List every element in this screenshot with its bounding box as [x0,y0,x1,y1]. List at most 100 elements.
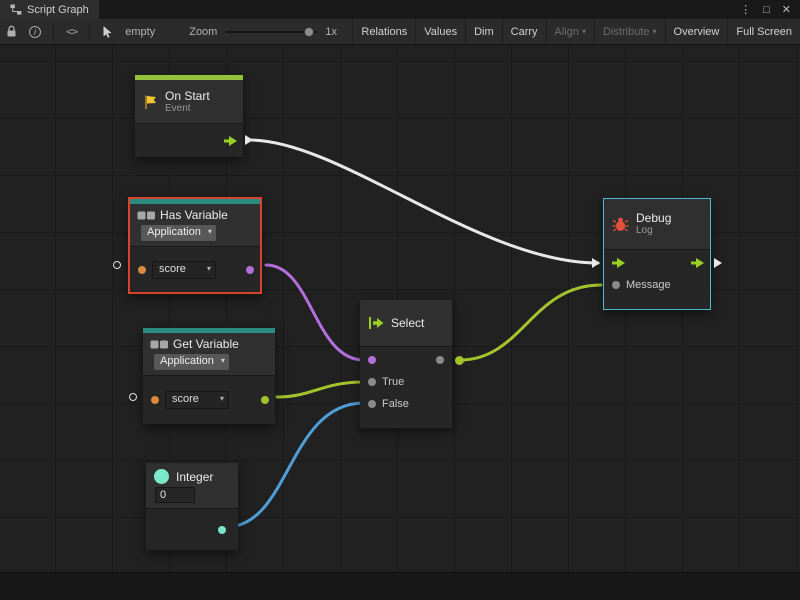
graph-toolbar: i <> empty Zoom 1x Relations Values Dim … [0,19,800,45]
zoom-label: Zoom [189,26,217,38]
variable-name-port[interactable] [138,266,146,274]
variables-icon [137,211,156,220]
zoom-slider[interactable] [225,31,317,33]
unconnected-input-port[interactable] [129,393,137,401]
flow-output-port[interactable] [224,136,237,146]
flow-connector-arrow[interactable] [245,135,253,145]
canvas-bottom-band [0,572,800,600]
variable-scope-dropdown[interactable]: Application ▾ [154,354,229,370]
code-breadcrumb-icon: <> [66,25,77,38]
carry-button[interactable]: Carry [502,19,546,44]
select-condition-input-port[interactable] [368,356,376,364]
select-output-port[interactable] [436,356,444,364]
select-output-connection-dot[interactable] [455,356,464,365]
chevron-down-icon: ▾ [220,395,224,403]
get-variable-output-port[interactable] [261,396,269,404]
tab-title: Script Graph [27,4,89,16]
toolbar-button-group: Relations Values Dim Carry Align▾ Distri… [352,19,800,44]
node-port-area: score ▾ [143,375,275,424]
distribute-button[interactable]: Distribute▾ [594,19,664,44]
toolbar-separator [53,24,54,40]
relations-button[interactable]: Relations [352,19,415,44]
node-get-variable[interactable]: Get Variable Application ▾ score ▾ [143,328,275,424]
edit-source-button[interactable]: <> [60,19,83,44]
node-port-area [146,508,238,550]
integer-output-port[interactable] [218,526,226,534]
wire-onstart-to-log[interactable] [250,140,598,263]
lock-button[interactable] [0,19,23,44]
node-on-start[interactable]: On Start Event [135,75,243,157]
unconnected-input-port[interactable] [113,261,121,269]
select-true-input-port[interactable] [368,378,376,386]
chevron-down-icon: ▾ [208,228,212,236]
window-controls: ⋮ □ ✕ [740,0,800,19]
node-header[interactable]: Has Variable Application ▾ [130,204,260,246]
graph-pointer[interactable] [96,19,119,44]
node-header[interactable]: On Start Event [135,80,243,123]
align-button[interactable]: Align▾ [546,19,594,44]
select-icon [368,316,384,330]
port-row [360,349,452,371]
zoom-slider-knob[interactable] [304,27,314,37]
values-button[interactable]: Values [415,19,465,44]
has-variable-output-port[interactable] [246,266,254,274]
wire-getvariable-to-select-true[interactable] [277,382,364,397]
chevron-down-icon: ▾ [221,357,225,365]
fullscreen-button[interactable]: Full Screen [727,19,800,44]
port-row: False [360,393,452,415]
flow-input-port[interactable] [612,258,625,268]
window-close-button[interactable]: ✕ [782,3,791,16]
message-input-port[interactable] [612,281,620,289]
script-graph-icon [10,4,22,15]
chevron-down-icon: ▾ [582,28,586,36]
node-debug-log[interactable]: Debug Log Message [603,198,711,310]
variable-name-dropdown[interactable]: score ▾ [165,391,229,409]
titlebar: Script Graph ⋮ □ ✕ [0,0,800,19]
node-subtitle: Log [636,225,671,237]
dim-button[interactable]: Dim [465,19,502,44]
graph-canvas[interactable]: On Start Event Has Variable [0,45,800,600]
flag-icon [143,94,158,110]
node-header[interactable]: Select [360,300,452,346]
node-integer[interactable]: Integer 0 [146,463,238,550]
bug-icon [612,216,629,232]
wire-arrowhead [592,258,600,268]
chevron-down-icon: ▾ [653,28,657,36]
flow-connector-arrow[interactable] [714,258,722,268]
overview-button[interactable]: Overview [665,19,728,44]
node-title: Debug [636,211,671,225]
graph-name-label[interactable]: empty [125,26,155,38]
node-title: Integer [176,470,213,484]
chevron-down-icon: ▾ [207,265,211,273]
integer-value-input[interactable]: 0 [155,487,195,503]
lock-icon [6,25,17,38]
wire-select-to-log-message[interactable] [460,285,601,360]
variable-scope-dropdown[interactable]: Application ▾ [141,225,216,241]
select-false-input-port[interactable] [368,400,376,408]
node-title: Has Variable [160,208,228,222]
window-maximize-button[interactable]: □ [763,4,770,16]
node-port-area: score ▾ [130,246,260,292]
zoom-value: 1x [325,26,337,38]
flow-output-port[interactable] [691,258,704,268]
info-button[interactable]: i [23,19,47,44]
node-port-area [135,123,243,157]
integer-type-icon [154,469,169,484]
node-subtitle: Event [165,103,210,115]
node-header[interactable]: Get Variable Application ▾ [143,333,275,375]
variable-name-port[interactable] [151,396,159,404]
cursor-icon [102,25,113,38]
toolbar-separator [89,24,90,40]
node-has-variable[interactable]: Has Variable Application ▾ score ▾ [128,197,262,294]
window-menu-button[interactable]: ⋮ [740,3,751,16]
node-header[interactable]: Integer 0 [146,463,238,508]
variable-name-dropdown[interactable]: score ▾ [152,261,216,279]
port-label: True [382,376,404,388]
tab-script-graph[interactable]: Script Graph [0,0,99,19]
node-header[interactable]: Debug Log [604,199,710,249]
variables-icon [150,340,169,349]
wire-hasvariable-to-select[interactable] [266,265,364,360]
node-title: Get Variable [173,337,239,351]
node-select[interactable]: Select True False [360,300,452,428]
node-port-area: True False [360,346,452,428]
